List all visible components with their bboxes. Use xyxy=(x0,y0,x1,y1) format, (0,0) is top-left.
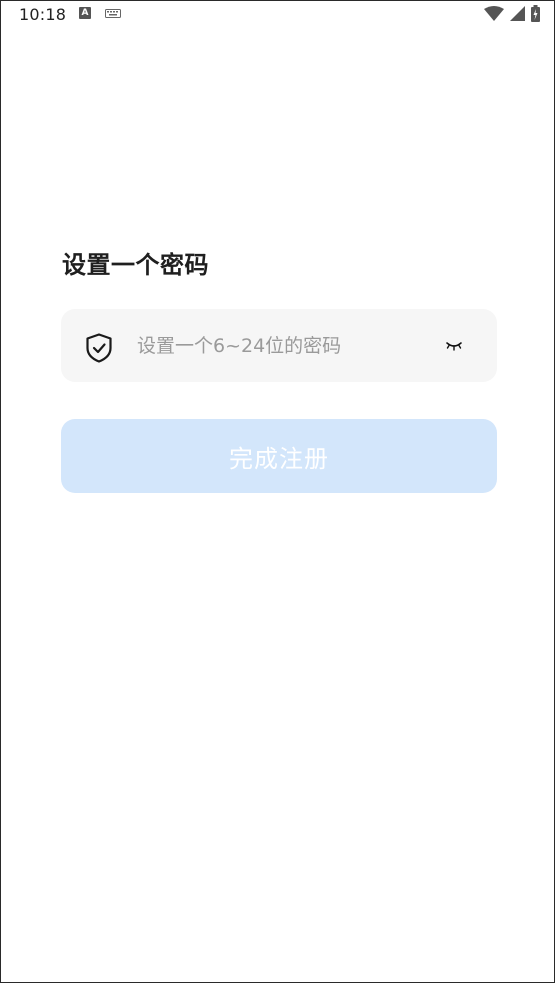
cell-signal-icon xyxy=(510,6,525,21)
battery-icon xyxy=(531,5,540,22)
a-notification-icon: A xyxy=(79,7,91,19)
status-bar: 10:18 A xyxy=(1,1,557,29)
app-frame: 10:18 A 设置一个密码 完成注册 xyxy=(0,0,555,983)
complete-registration-button[interactable]: 完成注册 xyxy=(61,419,497,493)
page-title: 设置一个密码 xyxy=(62,251,209,279)
password-field-container[interactable] xyxy=(61,309,497,382)
password-input[interactable] xyxy=(137,327,437,365)
wifi-icon xyxy=(484,5,504,21)
status-time: 10:18 xyxy=(19,5,67,24)
status-icons xyxy=(484,5,540,22)
eye-closed-icon[interactable] xyxy=(445,340,463,352)
keyboard-icon xyxy=(105,9,121,18)
shield-check-icon xyxy=(86,333,112,363)
